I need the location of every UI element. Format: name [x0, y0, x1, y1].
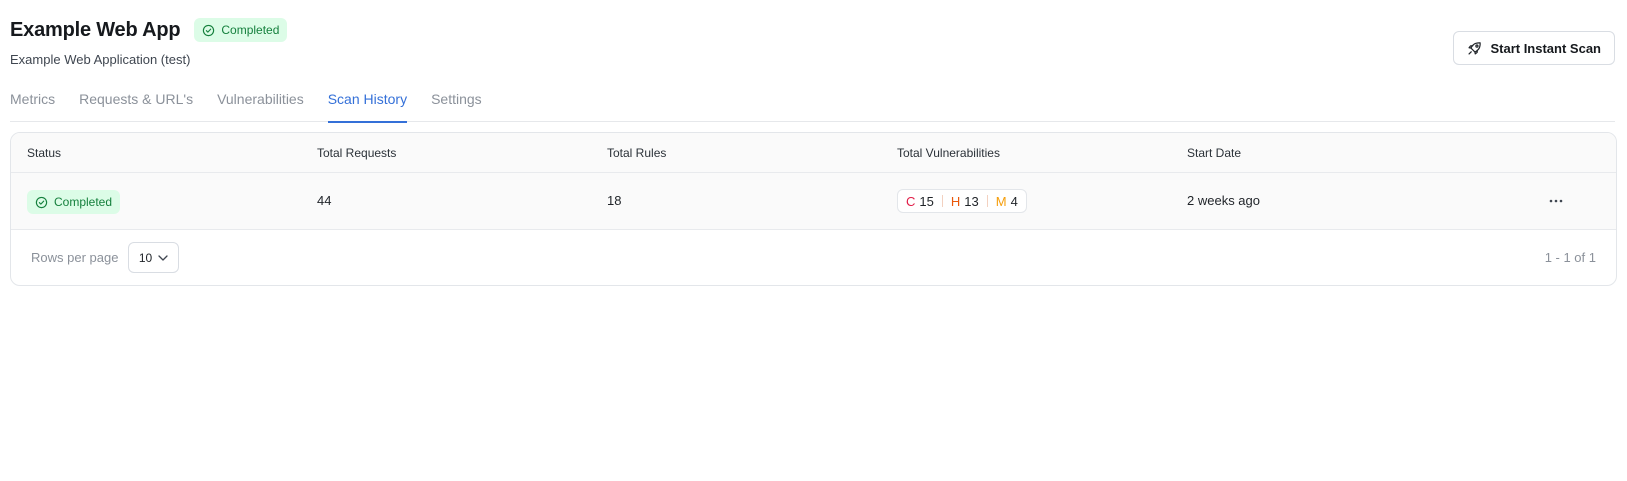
- scan-history-table: Status Total Requests Total Rules Total …: [10, 132, 1617, 286]
- check-circle-icon: [203, 24, 215, 36]
- rocket-icon: [1468, 41, 1482, 55]
- pagination-info: 1 - 1 of 1: [1544, 250, 1596, 265]
- tab-settings[interactable]: Settings: [431, 84, 482, 122]
- cell-total-requests: 44: [317, 193, 332, 208]
- row-actions-button[interactable]: [1544, 191, 1568, 211]
- column-header-total-requests: Total Requests: [317, 146, 397, 160]
- column-header-total-vulnerabilities: Total Vulnerabilities: [897, 146, 1000, 160]
- rows-per-page-label: Rows per page: [31, 250, 119, 265]
- tab-requests-urls[interactable]: Requests & URL's: [79, 84, 193, 122]
- critical-value: 15: [919, 193, 934, 209]
- high-value: 13: [964, 193, 979, 209]
- tab-bar: Metrics Requests & URL's Vulnerabilities…: [10, 84, 1615, 123]
- high-count: H 13: [951, 194, 979, 209]
- row-status-label: Completed: [54, 195, 113, 209]
- divider: [986, 195, 988, 207]
- tab-scan-history[interactable]: Scan History: [327, 84, 408, 123]
- tab-metrics[interactable]: Metrics: [10, 84, 55, 122]
- rows-per-page-select[interactable]: 10: [128, 242, 179, 273]
- table-footer: Rows per page 10 1 - 1 of 1: [11, 230, 1616, 285]
- start-instant-scan-label: Start Instant Scan: [1490, 40, 1601, 56]
- table-row[interactable]: Completed 44 18 C 15 H 13 M 4 2 weeks ag…: [11, 173, 1616, 230]
- column-header-total-rules: Total Rules: [607, 146, 667, 160]
- critical-label: C: [906, 193, 916, 209]
- cell-start-date: 2 weeks ago: [1187, 193, 1260, 208]
- rows-per-page-value: 10: [138, 250, 153, 265]
- status-badge-label: Completed: [221, 23, 280, 37]
- more-horizontal-icon: [1549, 199, 1563, 203]
- high-label: H: [950, 193, 961, 209]
- row-status-badge: Completed: [27, 190, 121, 214]
- check-circle-icon: [35, 196, 48, 208]
- vulnerability-counts: C 15 H 13 M 4: [897, 189, 1027, 213]
- medium-value: 4: [1010, 193, 1018, 209]
- start-instant-scan-button[interactable]: Start Instant Scan: [1453, 31, 1615, 65]
- column-header-status: Status: [27, 146, 62, 160]
- medium-label: M: [995, 193, 1007, 209]
- column-header-start-date: Start Date: [1187, 146, 1242, 160]
- table-header: Status Total Requests Total Rules Total …: [11, 133, 1616, 173]
- page-header: Example Web App Completed: [10, 18, 288, 42]
- cell-total-rules: 18: [607, 193, 622, 208]
- divider: [941, 195, 943, 207]
- tab-vulnerabilities[interactable]: Vulnerabilities: [217, 84, 304, 122]
- chevron-down-icon: [158, 254, 168, 261]
- critical-count: C 15: [906, 194, 934, 209]
- page-subtitle: Example Web Application (test): [10, 52, 191, 67]
- status-badge: Completed: [194, 18, 288, 42]
- page-title: Example Web App: [10, 18, 181, 41]
- medium-count: M 4: [996, 194, 1018, 209]
